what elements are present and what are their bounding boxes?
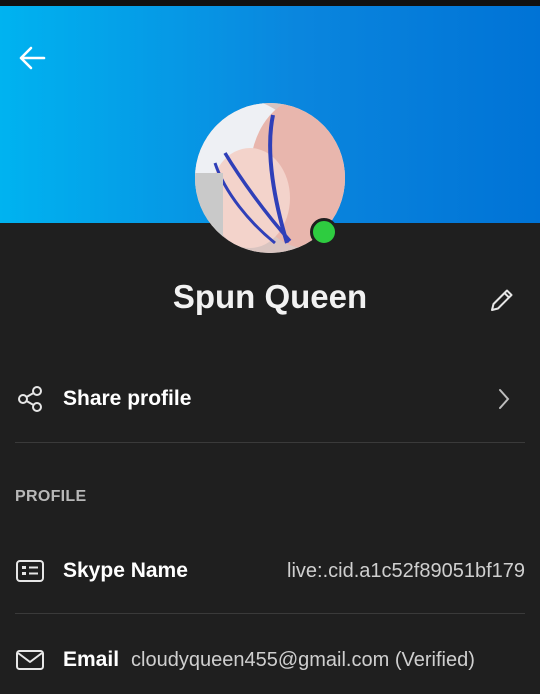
- id-card-icon: [16, 560, 44, 582]
- skype-name-row[interactable]: Skype Name live:.cid.a1c52f89051bf179: [15, 545, 525, 597]
- divider: [15, 613, 525, 614]
- divider: [15, 442, 525, 443]
- edit-profile-button[interactable]: [484, 282, 520, 318]
- skype-name-label: Skype Name: [63, 559, 188, 582]
- arrow-left-icon: [19, 46, 46, 70]
- envelope-icon: [16, 650, 44, 670]
- back-button[interactable]: [14, 40, 50, 76]
- chevron-right-icon: [499, 389, 510, 409]
- skype-name-value: live:.cid.a1c52f89051bf179: [287, 559, 525, 582]
- profile-avatar-container: [195, 103, 345, 253]
- pencil-icon: [491, 289, 513, 311]
- share-profile-label: Share profile: [63, 387, 192, 410]
- profile-section-title: PROFILE: [15, 488, 87, 505]
- email-label: Email: [63, 648, 120, 671]
- online-status-indicator: [310, 218, 338, 246]
- email-value: cloudyqueen455@gmail.com (Verified): [131, 648, 475, 671]
- profile-display-name: Spun Queen: [172, 278, 368, 315]
- share-icon: [18, 386, 42, 412]
- email-row[interactable]: Email cloudyqueen455@gmail.com (Verified…: [15, 634, 525, 686]
- share-profile-row[interactable]: Share profile: [15, 370, 525, 428]
